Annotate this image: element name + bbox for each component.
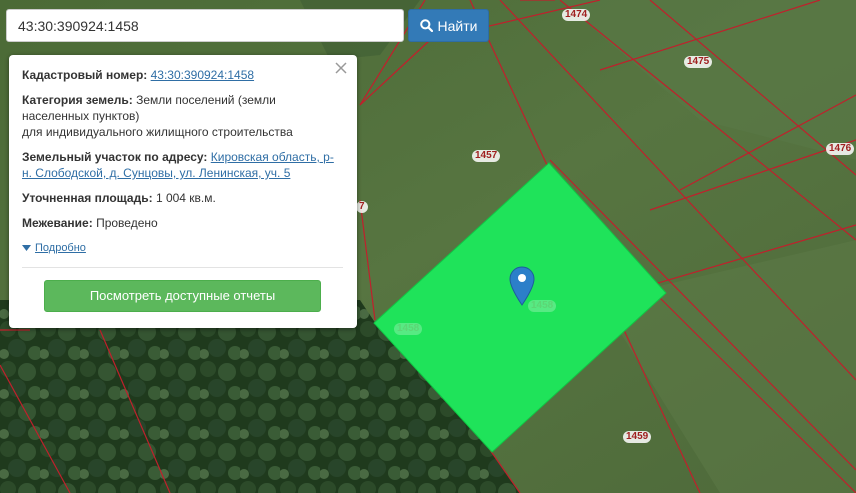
plot-label: 1474 xyxy=(562,9,591,21)
close-icon[interactable] xyxy=(334,61,348,75)
details-toggle[interactable]: Подробно xyxy=(22,240,343,256)
survey-row: Межевание: Проведено xyxy=(22,215,343,231)
caret-down-icon xyxy=(22,245,31,251)
plot-label-selected: 1458 xyxy=(394,323,423,335)
view-reports-button[interactable]: Посмотреть доступные отчеты xyxy=(44,280,321,312)
cadastral-number-label: Кадастровый номер: xyxy=(22,68,148,82)
area-row: Уточненная площадь: 1 004 кв.м. xyxy=(22,190,343,206)
search-button[interactable]: Найти xyxy=(408,9,489,42)
search-input[interactable] xyxy=(6,9,404,42)
survey-value: Проведено xyxy=(96,216,158,230)
land-category-label: Категория земель: xyxy=(22,93,133,107)
survey-label: Межевание: xyxy=(22,216,93,230)
land-category-purpose: для индивидуального жилищного строительс… xyxy=(22,125,293,139)
plot-label: 1457 xyxy=(472,150,501,162)
plot-label: 1459 xyxy=(623,431,652,443)
details-link[interactable]: Подробно xyxy=(35,240,86,256)
search-icon xyxy=(419,19,433,32)
parcel-info-popup: Кадастровый номер: 43:30:390924:1458 Кат… xyxy=(9,55,357,328)
address-label: Земельный участок по адресу: xyxy=(22,150,208,164)
cadastral-number-row: Кадастровый номер: 43:30:390924:1458 xyxy=(22,67,343,83)
address-row: Земельный участок по адресу: Кировская о… xyxy=(22,149,343,181)
divider xyxy=(22,267,343,268)
cadastral-number-link[interactable]: 43:30:390924:1458 xyxy=(151,68,254,82)
plot-label: 1475 xyxy=(684,56,713,68)
area-label: Уточненная площадь: xyxy=(22,191,153,205)
map-marker-icon[interactable] xyxy=(509,266,535,306)
search-button-label: Найти xyxy=(437,17,478,34)
plot-label: 1476 xyxy=(826,143,855,155)
area-value: 1 004 кв.м. xyxy=(155,191,216,205)
plot-label: 7 xyxy=(356,201,368,213)
land-category-row: Категория земель: Земли поселений (земли… xyxy=(22,92,343,140)
